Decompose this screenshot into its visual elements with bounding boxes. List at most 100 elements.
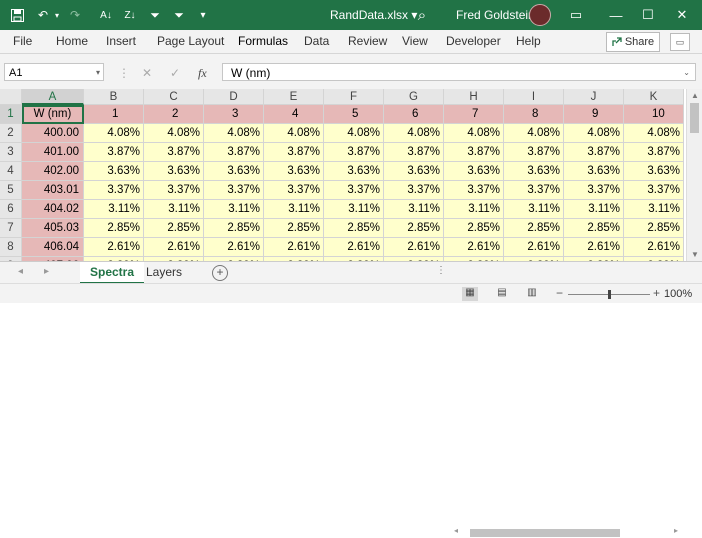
- zoom-level[interactable]: 100%: [664, 288, 692, 300]
- cell-d6[interactable]: 3.11%: [204, 200, 264, 219]
- cell-h2[interactable]: 4.08%: [444, 124, 504, 143]
- cell-f5[interactable]: 3.37%: [324, 181, 384, 200]
- zoom-out-icon[interactable]: −: [556, 286, 563, 300]
- vertical-scroll-thumb[interactable]: [690, 103, 699, 133]
- cell-e7[interactable]: 2.85%: [264, 219, 324, 238]
- column-header-i[interactable]: I: [504, 89, 564, 105]
- cell-j4[interactable]: 3.63%: [564, 162, 624, 181]
- cell-i1[interactable]: 8: [504, 105, 564, 124]
- name-box[interactable]: A1 ▾: [4, 63, 104, 81]
- cell-d1[interactable]: 3: [204, 105, 264, 124]
- next-sheet-icon[interactable]: ▸: [44, 266, 49, 277]
- cell-b4[interactable]: 3.63%: [84, 162, 144, 181]
- sort-ascending-icon[interactable]: A↓: [96, 6, 116, 24]
- cell-g3[interactable]: 3.87%: [384, 143, 444, 162]
- tab-splitter-icon[interactable]: ⋮: [436, 265, 446, 276]
- column-header-k[interactable]: K: [624, 89, 684, 105]
- column-header-h[interactable]: H: [444, 89, 504, 105]
- row-header-2[interactable]: 2: [0, 124, 22, 143]
- row-header-1[interactable]: 1: [0, 105, 22, 124]
- cell-h7[interactable]: 2.85%: [444, 219, 504, 238]
- cell-c1[interactable]: 2: [144, 105, 204, 124]
- row-header-5[interactable]: 5: [0, 181, 22, 200]
- cell-k3[interactable]: 3.87%: [624, 143, 684, 162]
- cell-k7[interactable]: 2.85%: [624, 219, 684, 238]
- cell-g4[interactable]: 3.63%: [384, 162, 444, 181]
- cell-b5[interactable]: 3.37%: [84, 181, 144, 200]
- cell-f1[interactable]: 5: [324, 105, 384, 124]
- cell-e5[interactable]: 3.37%: [264, 181, 324, 200]
- cell-d8[interactable]: 2.61%: [204, 238, 264, 257]
- row-header-3[interactable]: 3: [0, 143, 22, 162]
- cell-c5[interactable]: 3.37%: [144, 181, 204, 200]
- cell-e3[interactable]: 3.87%: [264, 143, 324, 162]
- menu-data[interactable]: Data: [304, 34, 329, 48]
- column-header-g[interactable]: G: [384, 89, 444, 105]
- horizontal-scroll-thumb[interactable]: [470, 529, 620, 537]
- avatar[interactable]: [529, 4, 551, 26]
- redo-icon[interactable]: ↷: [66, 6, 84, 24]
- comments-icon[interactable]: ▭: [670, 33, 690, 51]
- cell-c8[interactable]: 2.61%: [144, 238, 204, 257]
- expand-formula-bar-icon[interactable]: ⌄: [683, 64, 690, 82]
- tab-spectra[interactable]: Spectra: [80, 262, 145, 284]
- menu-formulas[interactable]: Formulas: [238, 34, 288, 48]
- cell-j2[interactable]: 4.08%: [564, 124, 624, 143]
- cell-d4[interactable]: 3.63%: [204, 162, 264, 181]
- menu-file[interactable]: File: [13, 34, 32, 48]
- column-header-a[interactable]: A: [22, 89, 84, 105]
- cell-k8[interactable]: 2.61%: [624, 238, 684, 257]
- cell-i2[interactable]: 4.08%: [504, 124, 564, 143]
- cell-j3[interactable]: 3.87%: [564, 143, 624, 162]
- cell-a3[interactable]: 401.00: [22, 143, 84, 162]
- customize-toolbar-icon[interactable]: ▾: [196, 6, 210, 24]
- menu-view[interactable]: View: [402, 34, 428, 48]
- cell-d7[interactable]: 2.85%: [204, 219, 264, 238]
- cell-f2[interactable]: 4.08%: [324, 124, 384, 143]
- menu-help[interactable]: Help: [516, 34, 541, 48]
- zoom-in-icon[interactable]: +: [653, 286, 660, 300]
- cell-f4[interactable]: 3.63%: [324, 162, 384, 181]
- insert-function-icon[interactable]: fx: [198, 66, 207, 81]
- name-box-dropdown-icon[interactable]: ▾: [96, 64, 100, 82]
- row-header-7[interactable]: 7: [0, 219, 22, 238]
- prev-sheet-icon[interactable]: ◂: [18, 266, 23, 277]
- cell-d5[interactable]: 3.37%: [204, 181, 264, 200]
- zoom-slider-knob[interactable]: [608, 290, 611, 299]
- cell-g1[interactable]: 6: [384, 105, 444, 124]
- cell-g6[interactable]: 3.11%: [384, 200, 444, 219]
- cell-e4[interactable]: 3.63%: [264, 162, 324, 181]
- cell-k2[interactable]: 4.08%: [624, 124, 684, 143]
- cell-d2[interactable]: 4.08%: [204, 124, 264, 143]
- user-name[interactable]: Fred Goldstein: [456, 8, 535, 22]
- column-header-d[interactable]: D: [204, 89, 264, 105]
- column-header-e[interactable]: E: [264, 89, 324, 105]
- cancel-icon[interactable]: ✕: [142, 66, 152, 80]
- sort-descending-icon[interactable]: Z↓: [120, 6, 140, 24]
- cell-j6[interactable]: 3.11%: [564, 200, 624, 219]
- cell-f6[interactable]: 3.11%: [324, 200, 384, 219]
- cell-a5[interactable]: 403.01: [22, 181, 84, 200]
- cell-c2[interactable]: 4.08%: [144, 124, 204, 143]
- cell-i8[interactable]: 2.61%: [504, 238, 564, 257]
- cell-i4[interactable]: 3.63%: [504, 162, 564, 181]
- menu-home[interactable]: Home: [56, 34, 88, 48]
- cell-d3[interactable]: 3.87%: [204, 143, 264, 162]
- cell-h6[interactable]: 3.11%: [444, 200, 504, 219]
- spreadsheet-grid[interactable]: ABCDEFGHIJK1W (nm) 1 2 3 4 5 6 7 8 9 10 2 400.00 4.08…: [0, 89, 686, 261]
- vertical-scrollbar[interactable]: ▲ ▼: [686, 89, 702, 261]
- cell-j1[interactable]: 9: [564, 105, 624, 124]
- cell-j5[interactable]: 3.37%: [564, 181, 624, 200]
- row-header-4[interactable]: 4: [0, 162, 22, 181]
- menu-insert[interactable]: Insert: [106, 34, 136, 48]
- menu-developer[interactable]: Developer: [446, 34, 501, 48]
- column-header-c[interactable]: C: [144, 89, 204, 105]
- normal-view-icon[interactable]: ▦: [462, 287, 478, 301]
- cell-i7[interactable]: 2.85%: [504, 219, 564, 238]
- cell-a8[interactable]: 406.04: [22, 238, 84, 257]
- cell-k5[interactable]: 3.37%: [624, 181, 684, 200]
- cell-c7[interactable]: 2.85%: [144, 219, 204, 238]
- select-all-corner[interactable]: [0, 89, 22, 105]
- clear-filter-icon[interactable]: ⏷: [170, 6, 188, 24]
- cell-a2[interactable]: 400.00: [22, 124, 84, 143]
